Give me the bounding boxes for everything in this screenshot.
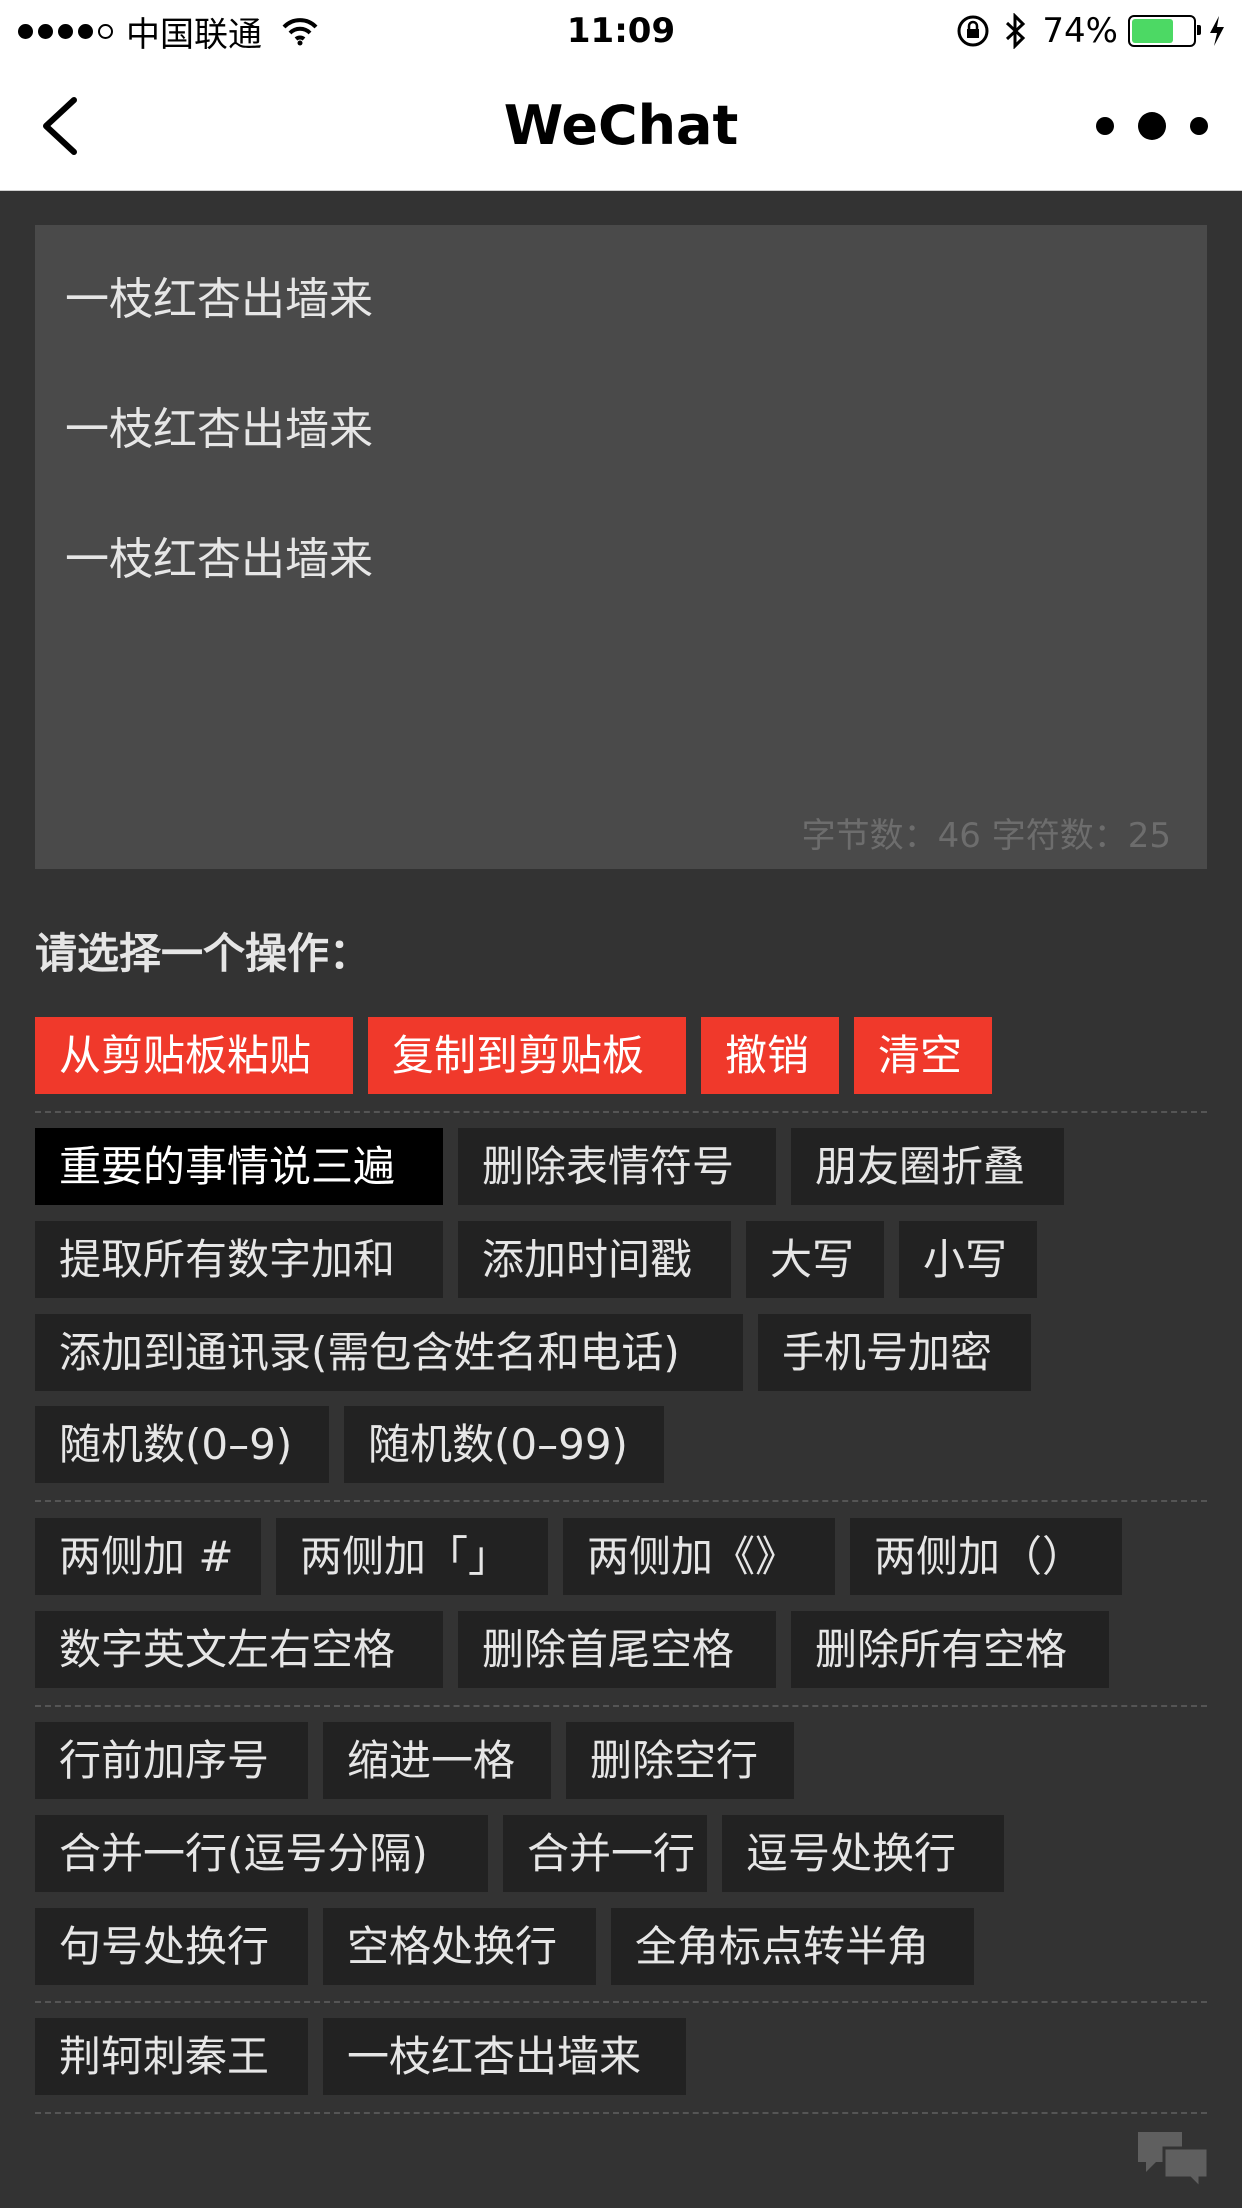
undo-button[interactable]: 撤销 — [701, 1017, 839, 1094]
action-button[interactable]: 逗号处换行 — [722, 1815, 1004, 1892]
action-button[interactable]: 删除空行 — [566, 1722, 794, 1799]
action-button[interactable]: 空格处换行 — [323, 1908, 596, 1985]
action-button[interactable]: 提取所有数字加和 — [35, 1221, 443, 1298]
action-button[interactable]: 两侧加（） — [850, 1518, 1122, 1595]
action-button[interactable]: 行前加序号 — [35, 1722, 308, 1799]
chat-bubbles-icon — [1138, 2132, 1210, 2192]
editor-line: 一枝红杏出墙来 — [65, 274, 373, 325]
divider — [35, 1500, 1207, 1502]
section-label: 请选择一个操作： — [35, 929, 372, 978]
status-right: 74% — [956, 8, 1226, 54]
action-button[interactable]: 大写 — [746, 1221, 884, 1298]
action-button[interactable]: 小写 — [899, 1221, 1037, 1298]
action-button[interactable]: 删除表情符号 — [458, 1128, 776, 1205]
divider — [35, 1705, 1207, 1707]
editor-line: 一枝红杏出墙来 — [65, 534, 373, 585]
action-button[interactable]: 添加到通讯录(需包含姓名和电话) — [35, 1314, 743, 1391]
action-button[interactable]: 荆轲刺秦王 — [35, 2018, 308, 2095]
paste-from-clipboard-button[interactable]: 从剪贴板粘贴 — [35, 1017, 353, 1094]
editor-line: 一枝红杏出墙来 — [65, 404, 373, 455]
action-button[interactable]: 手机号加密 — [758, 1314, 1031, 1391]
more-button[interactable] — [1096, 106, 1208, 146]
divider — [35, 1111, 1207, 1113]
clear-button[interactable]: 清空 — [854, 1017, 992, 1094]
divider — [35, 2112, 1207, 2114]
page-title: WeChat — [503, 94, 739, 157]
chat-button[interactable] — [1136, 2128, 1212, 2192]
copy-to-clipboard-button[interactable]: 复制到剪贴板 — [368, 1017, 686, 1094]
rotation-lock-icon — [957, 15, 989, 47]
divider — [35, 2001, 1207, 2003]
action-button[interactable]: 朋友圈折叠 — [791, 1128, 1064, 1205]
more-dots-icon — [1096, 117, 1114, 135]
action-button[interactable]: 随机数(0–99) — [344, 1406, 664, 1483]
battery-percent: 74% — [1042, 11, 1118, 51]
action-button[interactable]: 随机数(0–9) — [35, 1406, 329, 1483]
battery-icon — [1128, 15, 1201, 47]
action-button[interactable]: 两侧加 # — [35, 1518, 261, 1595]
status-bar: 中国联通 11:09 74% — [0, 0, 1242, 62]
action-button[interactable]: 缩进一格 — [323, 1722, 551, 1799]
action-button[interactable]: 合并一行(逗号分隔) — [35, 1815, 488, 1892]
action-button[interactable]: 一枝红杏出墙来 — [323, 2018, 686, 2095]
bluetooth-icon — [1006, 13, 1026, 49]
nav-bar: WeChat — [0, 62, 1242, 191]
action-button[interactable]: 两侧加《》 — [563, 1518, 835, 1595]
text-editor[interactable]: 一枝红杏出墙来 一枝红杏出墙来 一枝红杏出墙来 字节数：46 字符数：25 — [35, 225, 1207, 869]
action-button-repeat-three[interactable]: 重要的事情说三遍 — [35, 1128, 443, 1205]
action-button[interactable]: 删除所有空格 — [791, 1611, 1109, 1688]
action-button[interactable]: 添加时间戳 — [458, 1221, 731, 1298]
action-button[interactable]: 删除首尾空格 — [458, 1611, 776, 1688]
action-button[interactable]: 句号处换行 — [35, 1908, 308, 1985]
action-button[interactable]: 两侧加「」 — [276, 1518, 548, 1595]
action-button[interactable]: 全角标点转半角 — [611, 1908, 974, 1985]
charging-icon — [1210, 16, 1224, 46]
action-button[interactable]: 数字英文左右空格 — [35, 1611, 443, 1688]
byte-char-counter: 字节数：46 字符数：25 — [801, 816, 1171, 856]
action-button[interactable]: 合并一行 — [503, 1815, 707, 1892]
